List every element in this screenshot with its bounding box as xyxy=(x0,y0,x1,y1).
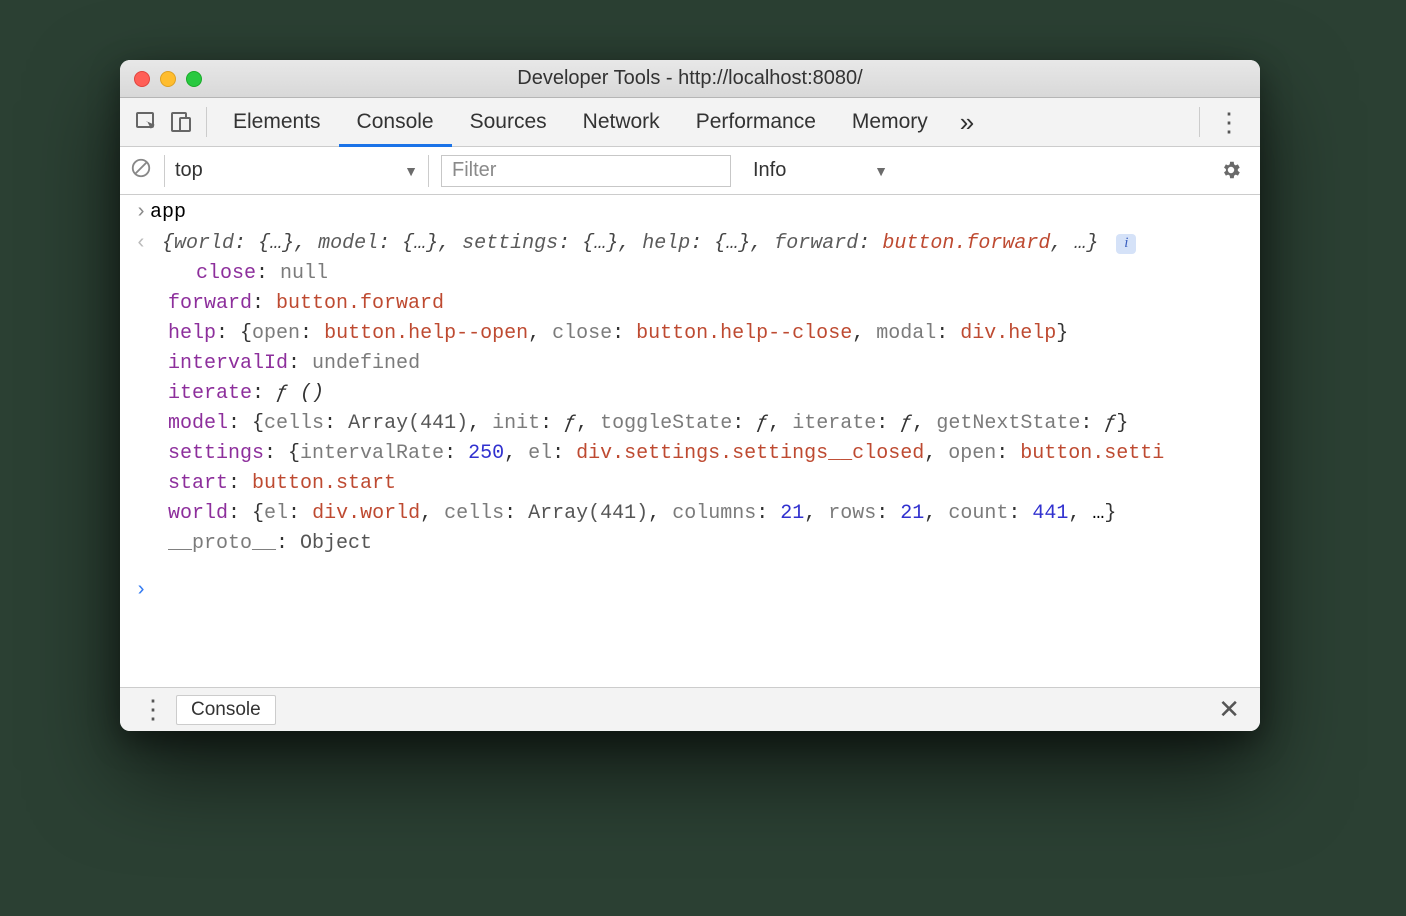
clear-console-icon[interactable] xyxy=(130,157,152,184)
inspect-element-icon[interactable] xyxy=(130,105,164,139)
loglevel-value: Info xyxy=(753,159,786,182)
tab-sources[interactable]: Sources xyxy=(452,98,565,146)
traffic-lights xyxy=(134,71,202,87)
tab-memory[interactable]: Memory xyxy=(834,98,946,146)
minimize-window-button[interactable] xyxy=(160,71,176,87)
close-window-button[interactable] xyxy=(134,71,150,87)
loglevel-dropdown[interactable]: Info ▼ xyxy=(743,155,898,187)
close-drawer-icon[interactable]: ✕ xyxy=(1208,694,1250,725)
info-badge-icon[interactable]: i xyxy=(1116,234,1136,254)
object-property[interactable]: ▶help: {open: button.help--open, close: … xyxy=(168,319,1260,349)
toolbar-divider xyxy=(206,107,207,137)
object-property[interactable]: ▶forward: button.forward xyxy=(168,289,1260,319)
object-tree[interactable]: close: null▶forward: button.forward▶help… xyxy=(120,259,1260,559)
tab-console[interactable]: Console xyxy=(339,98,452,146)
console-settings-icon[interactable] xyxy=(1212,159,1250,183)
device-toolbar-icon[interactable] xyxy=(164,105,198,139)
object-property[interactable]: ▶settings: {intervalRate: 250, el: div.s… xyxy=(168,439,1260,469)
object-property[interactable]: intervalId: undefined xyxy=(168,349,1260,379)
more-tabs-icon[interactable]: » xyxy=(946,107,988,138)
object-property[interactable]: ▶model: {cells: Array(441), init: ƒ, tog… xyxy=(168,409,1260,439)
tab-performance[interactable]: Performance xyxy=(678,98,834,146)
devtools-window: Developer Tools - http://localhost:8080/… xyxy=(120,60,1260,731)
panel-toolbar: Elements Console Sources Network Perform… xyxy=(120,98,1260,147)
object-property[interactable]: close: null xyxy=(168,259,1260,289)
console-filterbar: top ▼ Info ▼ xyxy=(120,147,1260,195)
console-output[interactable]: › app ‹ ▼ {world: {…}, model: {…}, setti… xyxy=(120,195,1260,687)
object-property[interactable]: ▶world: {el: div.world, cells: Array(441… xyxy=(168,499,1260,529)
tab-network[interactable]: Network xyxy=(565,98,678,146)
object-preview[interactable]: ▼ {world: {…}, model: {…}, settings: {…}… xyxy=(150,228,1248,259)
object-property[interactable]: ▶start: button.start xyxy=(168,469,1260,499)
input-prompt-icon[interactable]: › xyxy=(132,575,150,606)
chevron-down-icon: ▼ xyxy=(874,163,888,179)
output-arrow-icon: ‹ xyxy=(132,228,150,259)
context-value: top xyxy=(175,159,203,182)
object-property[interactable]: ▶__proto__: Object xyxy=(168,529,1260,559)
console-input-echo: app xyxy=(150,197,1248,228)
drawer-bar: ⋮ Console ✕ xyxy=(120,687,1260,731)
window-title: Developer Tools - http://localhost:8080/ xyxy=(120,67,1260,90)
filter-input[interactable] xyxy=(441,155,731,187)
console-input[interactable] xyxy=(150,575,1248,606)
context-dropdown[interactable]: top ▼ xyxy=(164,155,429,187)
zoom-window-button[interactable] xyxy=(186,71,202,87)
drawer-kebab-icon[interactable]: ⋮ xyxy=(130,694,176,725)
titlebar: Developer Tools - http://localhost:8080/ xyxy=(120,60,1260,98)
input-prompt-icon: › xyxy=(132,197,150,228)
chevron-down-icon: ▼ xyxy=(404,163,418,179)
toolbar-divider xyxy=(1199,107,1200,137)
panel-tabs: Elements Console Sources Network Perform… xyxy=(215,98,946,146)
drawer-tab-console[interactable]: Console xyxy=(176,695,276,725)
object-property[interactable]: ▶iterate: ƒ () xyxy=(168,379,1260,409)
settings-kebab-icon[interactable]: ⋮ xyxy=(1208,107,1250,138)
tab-elements[interactable]: Elements xyxy=(215,98,339,146)
